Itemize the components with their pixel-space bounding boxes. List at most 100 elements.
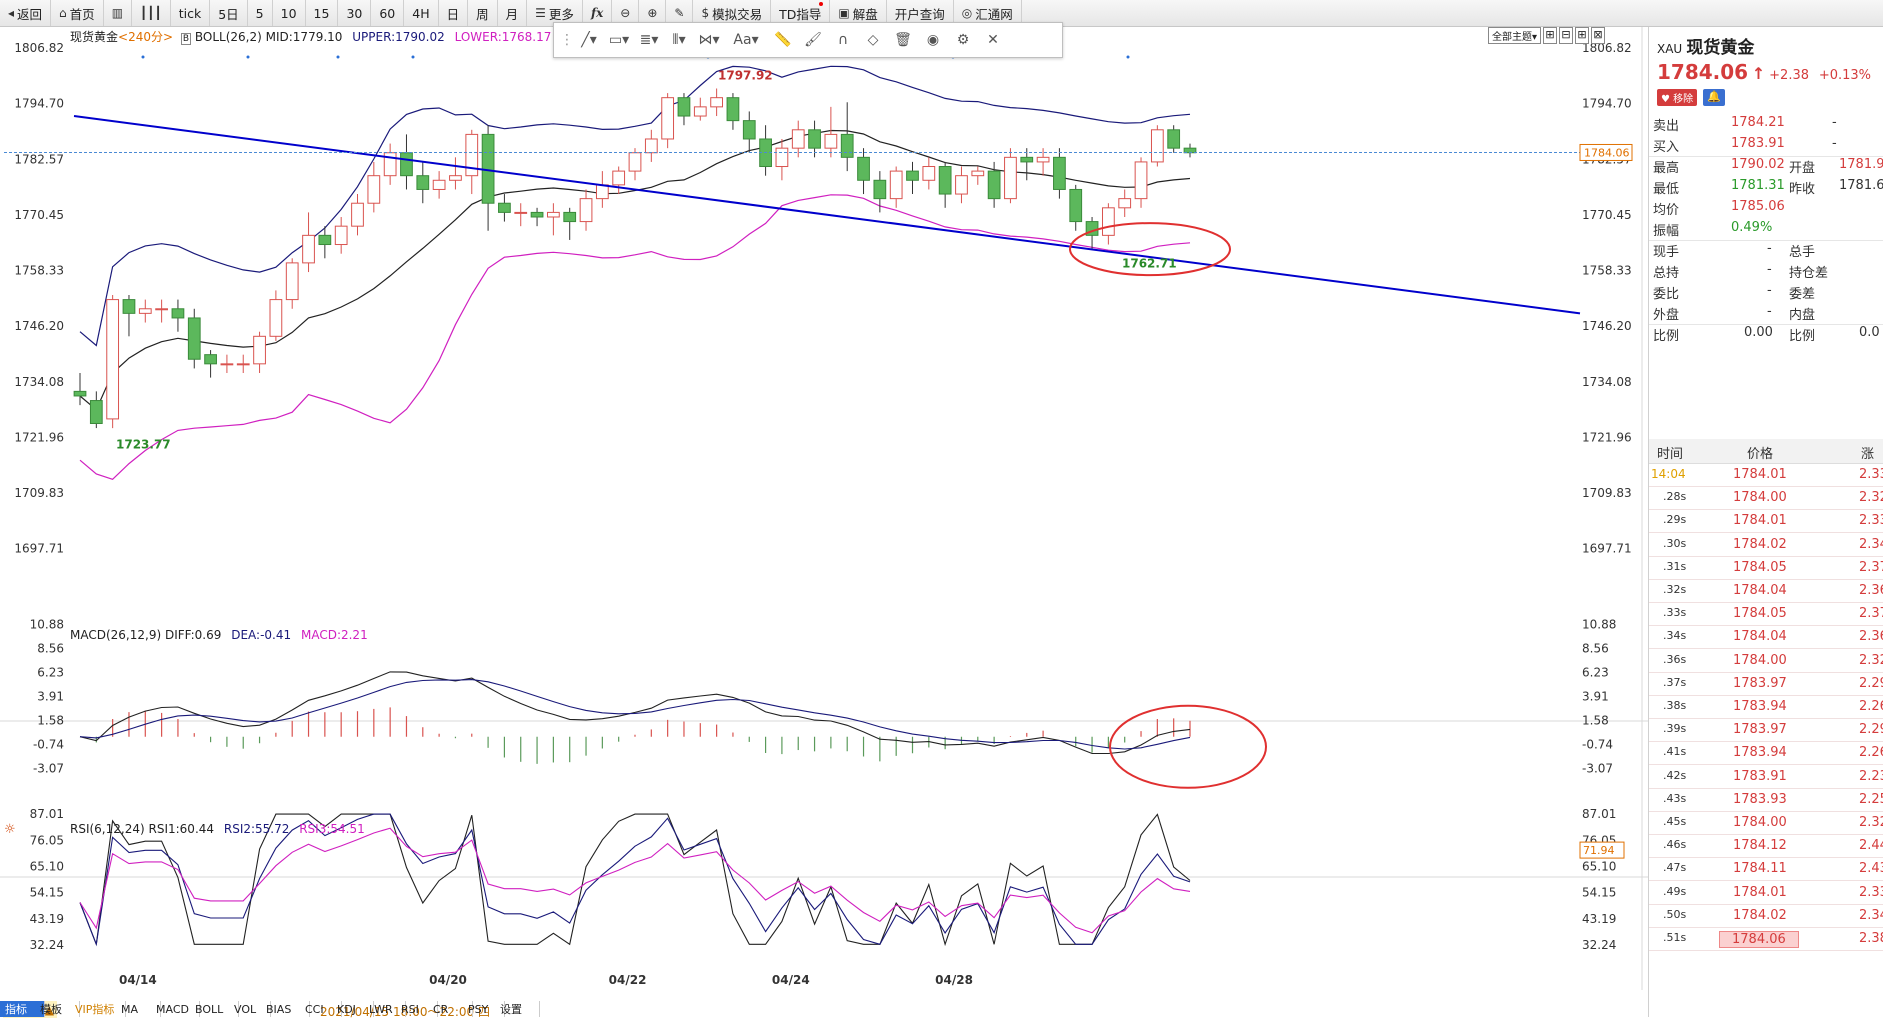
tick-time: .34s [1663,629,1687,643]
macd-dea: DEA:-0.41 [231,628,292,642]
quote-ratio2: 0.0 [1859,325,1880,340]
bottom-tab[interactable]: 设置 [495,1001,540,1017]
price-line: 1784.06 ↑ +2.38 +0.13% [1657,60,1871,84]
y-tick-label: 1734.08 [14,375,64,389]
pattern-tool-icon[interactable]: ⋈▾ [696,28,722,52]
y-tick-label: 1770.45 [14,208,64,222]
tick-price: 1784.05 [1733,606,1787,622]
tick-time: .41s [1663,745,1687,759]
period-month[interactable]: 月 [498,0,528,26]
tick-row: .46s 1784.12 2.44 [1649,834,1883,859]
back-icon: ◂ [8,6,15,20]
macd-tick-label: 6.23 [37,665,64,679]
y-tick-label: 1709.83 [14,486,64,500]
kline-button[interactable]: ┃┃┃ [132,0,171,26]
period-30[interactable]: 30 [338,0,372,26]
tick-price: 1784.04 [1733,629,1787,645]
layout-icon[interactable]: ⊞ [1575,27,1590,44]
boll-lower-line [79,194,1191,480]
layout-icon[interactable]: ⊞ [1543,27,1558,44]
fib-tool-icon[interactable]: ≣▾ [636,28,662,52]
brush-icon[interactable]: 🖌 [800,28,826,52]
highlight-circle [1109,704,1267,789]
magnet-icon[interactable]: ∩ [830,28,856,52]
tick-price: 1784.02 [1733,907,1787,923]
candle-body [432,179,446,190]
candle-body [106,299,120,420]
tick-change: 2.33 [1859,513,1883,529]
tick-price: 1783.97 [1733,675,1787,691]
layout-icon[interactable]: ⊟ [1559,27,1574,44]
eye-icon[interactable]: ◉ [920,28,946,52]
period-tick[interactable]: tick [171,0,211,26]
heart-icon: ♥ [1661,94,1670,105]
remove-watch-button[interactable]: ♥ 移除 [1657,89,1698,106]
macd-tick-label-right: 8.56 [1582,641,1609,655]
quote-hold: - [1767,262,1772,277]
drag-handle-icon[interactable]: ⋮ [560,28,574,52]
macd-diff-line [79,671,1191,755]
back-button[interactable]: ◂ 返回 [0,0,52,26]
macd-tick-label-right: -0.74 [1582,737,1613,751]
candle-body [987,170,1001,200]
period-day[interactable]: 日 [439,0,469,26]
quote-sell: 1784.21 [1731,115,1785,130]
period-week[interactable]: 周 [468,0,498,26]
macd-tick-label-right: 10.88 [1582,617,1616,631]
tick-price: 1784.01 [1733,467,1787,482]
x-tick-label: 04/24 [772,973,810,987]
candle-body [824,133,838,149]
period-10[interactable]: 10 [273,0,306,26]
timeshare-button[interactable]: ▥ [104,0,133,26]
line-tool-icon[interactable]: ╱▾ [576,28,602,52]
tick-time: .47s [1663,861,1687,875]
trash-icon[interactable]: 🗑 [890,28,916,52]
ruler-icon[interactable]: 📏 [770,28,796,52]
indicator-box-icon[interactable]: B [180,33,192,45]
tick-change: 2.33 [1859,467,1883,482]
candle-body [677,97,691,117]
tick-time: .42s [1663,768,1687,782]
period-60[interactable]: 60 [371,0,405,26]
period-5[interactable]: 5 [248,0,273,26]
topic-select[interactable]: 全部主题▾ [1488,27,1542,44]
tick-price: 1784.04 [1733,583,1787,598]
period-4h[interactable]: 4H [404,0,439,26]
chat-icon: ▣ [838,6,850,20]
chart-area[interactable]: 1806.821806.821794.701794.701782.571782.… [0,27,1648,990]
candle-body [302,234,315,264]
event-marker [411,55,415,59]
candle-body [285,262,299,301]
candle-body [906,170,919,181]
period-5day[interactable]: 5日 [210,0,248,26]
bell-icon[interactable]: 🔔 [1703,89,1725,106]
macd-header: MACD(26,12,9) DIFF:0.69 DEA:-0.41 MACD:2… [70,628,368,642]
period-15[interactable]: 15 [306,0,339,26]
settings-gear-icon[interactable]: ☼ [4,822,16,837]
tick-price: 1784.12 [1733,838,1787,854]
tick-header: 时间 价格 涨 [1649,439,1883,464]
candle-body [138,308,152,314]
rsi-tick-label: 76.05 [30,833,64,847]
channel-tool-icon[interactable]: ⦀▾ [666,28,692,52]
tick-time: .43s [1663,791,1687,805]
text-tool[interactable]: Aa▾ [726,28,766,52]
tick-row: .28s 1784.00 2.32 [1649,486,1883,511]
tick-price: 1783.91 [1733,768,1787,784]
close-icon[interactable]: ✕ [980,28,1006,52]
tick-price: 1784.06 [1719,931,1799,948]
candle-body [1150,129,1164,163]
low-annotation: 1762.71 [1122,256,1177,270]
boll-header: 现货黄金<240分> B BOLL(26,2) MID:1779.10 UPPE… [70,28,551,45]
layout-icon[interactable]: ⊠ [1591,27,1606,44]
eraser-icon[interactable]: ◇ [860,28,886,52]
home-button[interactable]: ⌂ 首页 [51,0,104,26]
tick-change: 2.32 [1859,652,1883,668]
tick-change: 2.25 [1859,791,1883,807]
current-price-label: 1784.06 [1584,146,1630,159]
tick-row: .43s 1783.93 2.25 [1649,788,1883,812]
gear-icon[interactable]: ⚙ [950,28,976,52]
tick-row: .37s 1783.97 2.29 [1649,672,1883,696]
shape-tool-icon[interactable]: ▭▾ [606,28,632,52]
y-tick-label-right: 1697.71 [1582,542,1632,556]
